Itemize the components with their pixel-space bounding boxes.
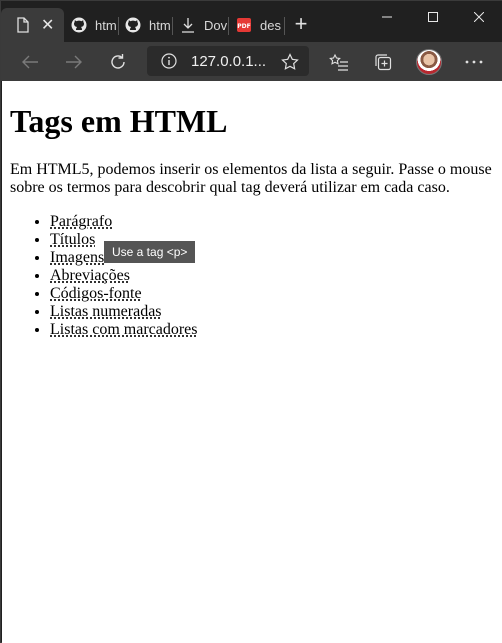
page-content: Tags em HTML Em HTML5, podemos inserir o… bbox=[2, 81, 502, 643]
tab-label: Dov bbox=[204, 18, 227, 33]
download-icon bbox=[180, 17, 196, 33]
close-window-button[interactable] bbox=[456, 1, 502, 33]
tooltip: Use a tag <p> bbox=[104, 241, 195, 263]
list-item: Abreviações bbox=[50, 267, 198, 285]
browser-window: ✕ htm htm Dov PDF des + 127.0.0.1... Tag… bbox=[0, 0, 502, 643]
list-item: Listas numeradas bbox=[50, 303, 198, 321]
tab-divider bbox=[228, 17, 229, 35]
intro-paragraph: Em HTML5, podemos inserir os elementos d… bbox=[10, 161, 494, 197]
tag-list: Parágrafo Títulos Imagens Abreviações Có… bbox=[10, 213, 198, 339]
abbr-listas-numeradas[interactable]: Listas numeradas bbox=[50, 303, 162, 320]
list-item: Listas com marcadores bbox=[50, 321, 198, 339]
tab-downloads[interactable]: Dov bbox=[180, 8, 228, 42]
info-icon[interactable] bbox=[161, 53, 177, 74]
list-item: Parágrafo bbox=[50, 213, 198, 231]
tab-divider bbox=[172, 17, 173, 35]
github-icon bbox=[125, 17, 141, 33]
new-tab-button[interactable]: + bbox=[291, 12, 311, 36]
address-text: 127.0.0.1... bbox=[191, 53, 266, 70]
tab-pdf[interactable]: PDF des bbox=[236, 8, 282, 42]
back-arrow-icon[interactable] bbox=[18, 50, 42, 74]
abbr-abreviacoes[interactable]: Abreviações bbox=[50, 267, 130, 284]
collections-icon[interactable] bbox=[371, 50, 395, 74]
tab-label: htm bbox=[95, 18, 117, 33]
svg-text:PDF: PDF bbox=[237, 23, 250, 30]
page-title: Tags em HTML bbox=[10, 103, 228, 140]
maximize-button[interactable] bbox=[410, 1, 456, 33]
tab-label: htm bbox=[149, 18, 171, 33]
favorite-star-icon[interactable] bbox=[278, 50, 302, 74]
tab-label: des bbox=[260, 18, 281, 33]
close-tab-icon[interactable]: ✕ bbox=[41, 15, 54, 35]
more-options-icon[interactable] bbox=[462, 50, 486, 74]
forward-arrow-icon[interactable] bbox=[62, 50, 86, 74]
refresh-icon[interactable] bbox=[106, 50, 130, 74]
abbr-imagens[interactable]: Imagens bbox=[50, 249, 104, 266]
tab-github-2[interactable]: htm bbox=[125, 8, 171, 42]
profile-avatar[interactable] bbox=[416, 49, 442, 75]
browser-toolbar: 127.0.0.1... bbox=[1, 42, 502, 81]
minimize-button[interactable] bbox=[364, 1, 410, 33]
tab-github-1[interactable]: htm bbox=[71, 8, 119, 42]
pdf-icon: PDF bbox=[236, 17, 252, 33]
tab-strip: ✕ htm htm Dov PDF des + bbox=[1, 1, 502, 42]
page-icon bbox=[15, 17, 31, 33]
abbr-titulos[interactable]: Títulos bbox=[50, 231, 95, 248]
abbr-codigos-fonte[interactable]: Códigos-fonte bbox=[50, 285, 142, 302]
abbr-paragrafo[interactable]: Parágrafo bbox=[50, 213, 112, 230]
list-item: Códigos-fonte bbox=[50, 285, 198, 303]
abbr-listas-marcadores[interactable]: Listas com marcadores bbox=[50, 321, 198, 338]
tab-divider bbox=[284, 17, 285, 35]
tab-active[interactable]: ✕ bbox=[1, 8, 64, 42]
github-icon bbox=[71, 17, 87, 33]
tab-divider bbox=[118, 17, 119, 35]
favorites-list-icon[interactable] bbox=[327, 50, 351, 74]
